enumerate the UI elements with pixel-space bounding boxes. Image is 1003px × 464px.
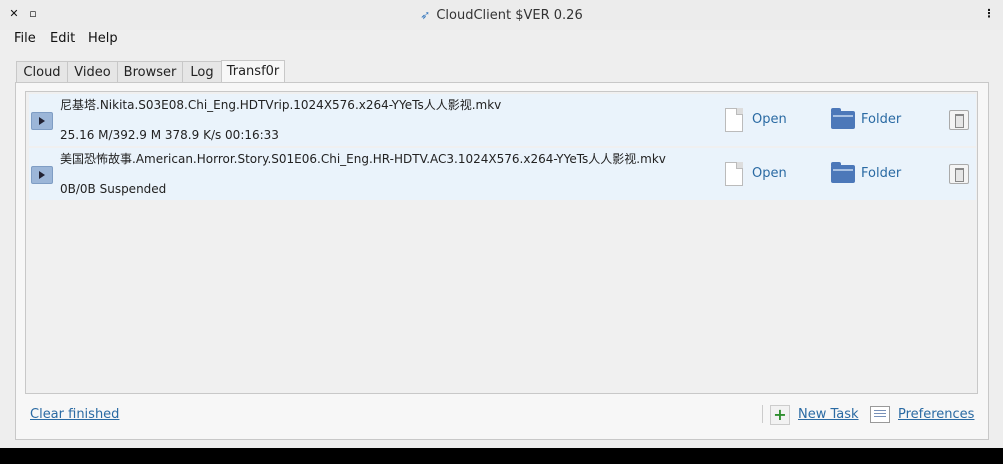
clear-finished-link[interactable]: Clear finished — [30, 407, 119, 422]
folder-button[interactable]: Folder — [861, 112, 901, 127]
trash-icon[interactable] — [949, 164, 969, 184]
trash-icon[interactable] — [949, 110, 969, 130]
menu-edit[interactable]: Edit — [50, 31, 75, 46]
menu-file[interactable]: File — [14, 31, 36, 46]
transfer-row[interactable]: 美国恐怖故事.American.Horror.Story.S01E06.Chi_… — [29, 148, 976, 200]
toolbar-separator — [762, 405, 763, 423]
title-bar: ✕ ▫ ➶ CloudClient $VER 0.26 ⋮ — [0, 0, 1003, 30]
tab-log[interactable]: Log — [182, 61, 222, 83]
document-icon[interactable] — [725, 162, 743, 186]
transfer-panel: 尼基塔.Nikita.S03E08.Chi_Eng.HDTVrip.1024X5… — [15, 82, 989, 440]
transfer-row[interactable]: 尼基塔.Nikita.S03E08.Chi_Eng.HDTVrip.1024X5… — [29, 94, 976, 146]
plus-icon[interactable]: + — [770, 405, 790, 425]
window-title: ➶ CloudClient $VER 0.26 — [0, 8, 1003, 23]
video-file-icon — [31, 112, 53, 130]
new-task-link[interactable]: New Task — [798, 407, 859, 422]
folder-button[interactable]: Folder — [861, 166, 901, 181]
tab-transfer[interactable]: Transf0r — [221, 60, 285, 83]
app-logo-icon: ➶ — [420, 8, 431, 22]
window-title-text: CloudClient $VER 0.26 — [436, 8, 583, 23]
transfer-filename: 尼基塔.Nikita.S03E08.Chi_Eng.HDTVrip.1024X5… — [60, 98, 502, 112]
transfer-list: 尼基塔.Nikita.S03E08.Chi_Eng.HDTVrip.1024X5… — [25, 91, 978, 394]
tab-browser[interactable]: Browser — [117, 61, 183, 83]
folder-icon[interactable] — [831, 108, 855, 129]
menu-help[interactable]: Help — [88, 31, 118, 46]
open-button[interactable]: Open — [752, 112, 787, 127]
document-icon[interactable] — [725, 108, 743, 132]
folder-icon[interactable] — [831, 162, 855, 183]
tab-cloud[interactable]: Cloud — [16, 61, 68, 83]
video-file-icon — [31, 166, 53, 184]
transfer-status: 0B/0B Suspended — [60, 182, 167, 196]
tab-video[interactable]: Video — [67, 61, 118, 83]
open-button[interactable]: Open — [752, 166, 787, 181]
window-menu-button[interactable]: ⋮ — [983, 8, 995, 20]
menu-bar: File Edit Help — [0, 30, 1003, 50]
transfer-status: 25.16 M/392.9 M 378.9 K/s 00:16:33 — [60, 128, 279, 142]
app-window: ✕ ▫ ➶ CloudClient $VER 0.26 ⋮ File Edit H… — [0, 0, 1003, 448]
preferences-icon[interactable] — [870, 406, 890, 423]
transfer-filename: 美国恐怖故事.American.Horror.Story.S01E06.Chi_… — [60, 152, 666, 166]
preferences-link[interactable]: Preferences — [898, 407, 974, 422]
